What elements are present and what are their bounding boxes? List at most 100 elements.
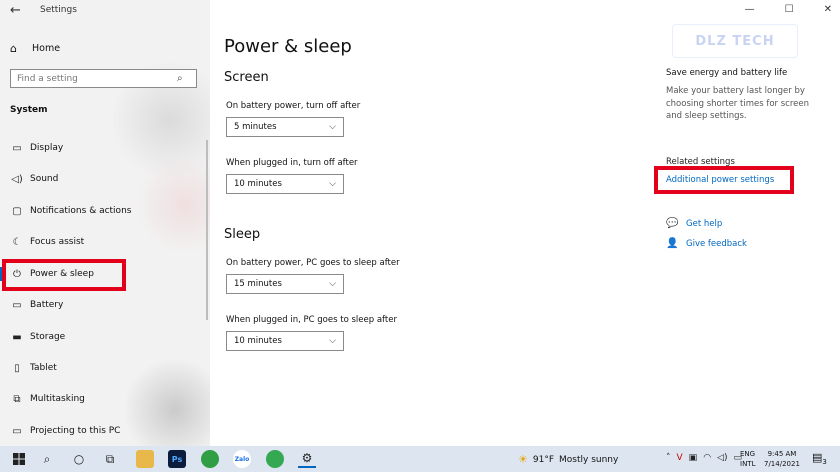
- weather-sun-icon: ☀: [518, 453, 528, 466]
- weather-widget[interactable]: ☀ 91°F Mostly sunny: [518, 453, 618, 466]
- help-icon: 💬: [666, 218, 679, 229]
- page-title: Power & sleep: [224, 36, 352, 57]
- sidebar-item-multitasking[interactable]: ⧉ Multitasking: [10, 390, 85, 408]
- title-bar: ← Settings: [0, 0, 210, 22]
- settings-gear-icon[interactable]: ⚙: [298, 450, 316, 468]
- home-icon: ⌂: [10, 41, 17, 55]
- lang-line1: ENG: [740, 450, 756, 458]
- sleep-battery-label: On battery power, PC goes to sleep after: [226, 258, 400, 268]
- clock[interactable]: 9:45 AM 7/14/2021: [764, 449, 800, 469]
- chevron-down-icon: ⌵: [329, 179, 336, 189]
- screen-battery-label: On battery power, turn off after: [226, 101, 361, 111]
- notifications-icon: ▢: [12, 205, 22, 217]
- sidebar-item-projecting[interactable]: ▭ Projecting to this PC: [10, 422, 120, 440]
- watermark-logo: DLZ TECH: [672, 24, 798, 58]
- sidebar-item-sound[interactable]: ◁) Sound: [10, 170, 58, 188]
- tip-title: Save energy and battery life: [666, 68, 788, 78]
- projecting-icon: ▭: [12, 425, 22, 437]
- give-feedback-link[interactable]: 👤 Give feedback: [666, 238, 747, 249]
- screen-plugged-label: When plugged in, turn off after: [226, 158, 358, 168]
- sidebar-item-label: Multitasking: [30, 394, 85, 404]
- app-tray-icon[interactable]: ▣: [689, 453, 698, 463]
- start-icon[interactable]: [10, 450, 28, 468]
- notification-center-icon[interactable]: ▤3: [812, 451, 827, 466]
- clock-time: 9:45 AM: [767, 450, 797, 458]
- multitasking-icon: ⧉: [13, 393, 21, 405]
- minimize-icon[interactable]: —: [745, 4, 755, 15]
- photoshop-icon[interactable]: Ps: [168, 450, 186, 468]
- annotation-highlight: [2, 259, 126, 291]
- sidebar-item-tablet[interactable]: ▯ Tablet: [10, 359, 57, 377]
- get-help-link[interactable]: 💬 Get help: [666, 218, 722, 229]
- sidebar-item-label: Sound: [30, 174, 59, 184]
- sidebar: ← Settings ⌂ Home ⌕ System ▭ Display ◁) …: [0, 0, 210, 446]
- volume-icon[interactable]: ◁): [717, 453, 727, 463]
- screen-plugged-dropdown[interactable]: 10 minutes ⌵: [226, 174, 344, 194]
- zalo-icon[interactable]: Zalo: [233, 450, 251, 468]
- lang-line2: INTL: [740, 460, 756, 468]
- search-box[interactable]: ⌕: [10, 69, 197, 88]
- screen-heading: Screen: [224, 70, 269, 85]
- weather-temp: 91°F: [532, 454, 555, 465]
- sidebar-item-label: Notifications & actions: [30, 206, 132, 216]
- search-icon[interactable]: ⌕: [38, 450, 56, 468]
- back-arrow-icon[interactable]: ←: [10, 3, 21, 18]
- dropdown-value: 15 minutes: [234, 279, 282, 289]
- sidebar-item-label: Focus assist: [30, 237, 85, 247]
- chevron-down-icon: ⌵: [329, 336, 336, 346]
- home-label: Home: [32, 42, 61, 54]
- sidebar-item-label: Display: [30, 143, 64, 153]
- sound-icon: ◁): [11, 173, 23, 185]
- give-feedback-label: Give feedback: [686, 238, 747, 249]
- background-blur: [130, 160, 210, 250]
- notification-count: 3: [822, 458, 827, 467]
- sidebar-item-label: Tablet: [30, 363, 57, 373]
- antivirus-icon[interactable]: V: [677, 453, 683, 463]
- chevron-up-icon[interactable]: ˄: [666, 453, 671, 463]
- display-icon: ▭: [12, 142, 22, 154]
- tablet-icon: ▯: [14, 362, 20, 374]
- sidebar-item-storage[interactable]: ▬ Storage: [10, 328, 65, 346]
- annotation-highlight: [654, 166, 794, 194]
- get-help-label: Get help: [686, 218, 723, 229]
- maximize-icon[interactable]: ☐: [785, 4, 794, 15]
- tip-description: Make your battery last longer by choosin…: [666, 86, 809, 121]
- dropdown-value: 5 minutes: [234, 122, 277, 132]
- cortana-icon[interactable]: ○: [70, 450, 88, 468]
- sidebar-item-display[interactable]: ▭ Display: [10, 139, 63, 157]
- chevron-down-icon: ⌵: [329, 279, 336, 289]
- sleep-plugged-dropdown[interactable]: 10 minutes ⌵: [226, 331, 344, 351]
- dropdown-value: 10 minutes: [234, 336, 282, 346]
- focus-assist-icon: ☾: [12, 236, 22, 248]
- chrome-icon[interactable]: [266, 450, 284, 468]
- app-title: Settings: [40, 5, 77, 15]
- feedback-icon: 👤: [666, 238, 679, 249]
- dropdown-value: 10 minutes: [234, 179, 282, 189]
- main-content: — ☐ ✕ Power & sleep Screen On battery po…: [210, 0, 840, 446]
- chrome-profile-icon[interactable]: [201, 450, 219, 468]
- battery-icon: ▭: [12, 299, 22, 311]
- weather-desc: Mostly sunny: [559, 454, 619, 465]
- sleep-battery-dropdown[interactable]: 15 minutes ⌵: [226, 274, 344, 294]
- home-link[interactable]: ⌂ Home: [10, 40, 60, 56]
- background-blur: [120, 360, 210, 446]
- close-icon[interactable]: ✕: [824, 4, 832, 15]
- taskbar: ⌕ ○ ⧉ Ps Zalo ⚙ ☀ 91°F Mostly sunny ˄ V …: [0, 446, 840, 472]
- sidebar-item-label: Storage: [30, 332, 66, 342]
- file-explorer-icon[interactable]: [136, 450, 154, 468]
- task-view-icon[interactable]: ⧉: [101, 450, 119, 468]
- screen-battery-dropdown[interactable]: 5 minutes ⌵: [226, 117, 344, 137]
- storage-icon: ▬: [12, 331, 22, 343]
- sidebar-item-label: Projecting to this PC: [30, 426, 121, 436]
- search-icon[interactable]: ⌕: [177, 73, 183, 84]
- section-label: System: [10, 105, 48, 115]
- language-indicator[interactable]: ENG INTL: [740, 449, 755, 469]
- wifi-icon[interactable]: ◠: [703, 453, 711, 463]
- sidebar-item-focus-assist[interactable]: ☾ Focus assist: [10, 233, 85, 251]
- sidebar-item-label: Battery: [30, 300, 64, 310]
- search-input[interactable]: [17, 73, 177, 84]
- sidebar-item-battery[interactable]: ▭ Battery: [10, 296, 63, 314]
- sidebar-scrollbar[interactable]: [206, 140, 208, 320]
- sidebar-item-notifications[interactable]: ▢ Notifications & actions: [10, 202, 131, 220]
- notification-glyph: ▤: [812, 451, 823, 464]
